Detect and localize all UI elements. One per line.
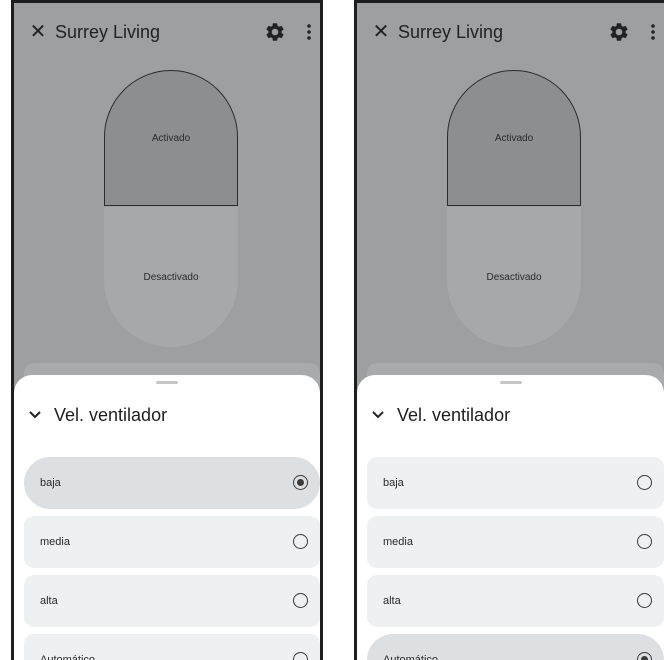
more-vert-icon[interactable]	[646, 21, 660, 43]
switch-on-segment[interactable]: Activado	[447, 70, 581, 206]
option-baja[interactable]: baja	[24, 457, 320, 509]
option-label: media	[383, 536, 413, 548]
option-label: alta	[40, 595, 58, 607]
radio-icon[interactable]	[637, 475, 652, 490]
option-label: baja	[383, 477, 404, 489]
option-alta[interactable]: alta	[367, 575, 664, 627]
sheet-title: Vel. ventilador	[397, 404, 511, 425]
option-label: baja	[40, 477, 61, 489]
drag-handle[interactable]	[156, 381, 178, 384]
switch-on-label: Activado	[494, 132, 534, 144]
option-automatico[interactable]: Automático	[24, 634, 320, 660]
switch-off-segment[interactable]: Desactivado	[447, 207, 581, 347]
option-label: alta	[383, 595, 401, 607]
drag-handle[interactable]	[499, 381, 522, 384]
radio-icon[interactable]	[637, 593, 652, 608]
option-baja[interactable]: baja	[367, 457, 664, 509]
switch-off-segment[interactable]: Desactivado	[104, 207, 238, 347]
screen-left: ✕ Surrey Living Activado Desactivado Vel…	[11, 0, 323, 660]
bottom-sheet: Vel. ventilador baja media alta Automáti…	[14, 375, 320, 660]
option-label: Automático	[383, 654, 439, 660]
radio-icon[interactable]	[293, 652, 308, 660]
fan-speed-options: baja media alta Automático	[24, 457, 320, 660]
switch-off-label: Desactivado	[143, 271, 199, 283]
option-label: Automático	[40, 654, 96, 660]
option-media[interactable]: media	[24, 516, 320, 568]
switch-on-label: Activado	[151, 132, 191, 144]
close-icon[interactable]: ✕	[370, 19, 392, 45]
radio-selected-icon[interactable]	[293, 475, 308, 490]
option-automatico[interactable]: Automático	[367, 634, 664, 660]
sheet-header: Vel. ventilador	[26, 403, 167, 427]
option-alta[interactable]: alta	[24, 575, 320, 627]
more-vert-icon[interactable]	[302, 21, 316, 43]
close-icon[interactable]: ✕	[27, 19, 49, 45]
gear-icon[interactable]	[264, 21, 286, 43]
top-app-bar: ✕ Surrey Living	[14, 3, 320, 61]
switch-on-segment[interactable]: Activado	[104, 70, 238, 206]
radio-icon[interactable]	[293, 593, 308, 608]
switch-off-label: Desactivado	[486, 271, 542, 283]
radio-icon[interactable]	[293, 534, 308, 549]
option-label: media	[40, 536, 70, 548]
sheet-title: Vel. ventilador	[54, 404, 168, 425]
chevron-down-icon[interactable]	[369, 406, 387, 424]
chevron-down-icon[interactable]	[26, 406, 44, 424]
gear-icon[interactable]	[608, 21, 630, 43]
option-media[interactable]: media	[367, 516, 664, 568]
page-title: Surrey Living	[55, 22, 161, 42]
bottom-sheet: Vel. ventilador baja media alta Automáti…	[357, 375, 664, 660]
fan-speed-options: baja media alta Automático	[367, 457, 664, 660]
radio-selected-icon[interactable]	[637, 652, 652, 660]
screen-right: ✕ Surrey Living Activado Desactivado Vel…	[354, 0, 664, 660]
top-app-bar: ✕ Surrey Living	[357, 3, 664, 61]
page-title: Surrey Living	[398, 22, 504, 42]
sheet-header: Vel. ventilador	[369, 403, 510, 427]
radio-icon[interactable]	[637, 534, 652, 549]
